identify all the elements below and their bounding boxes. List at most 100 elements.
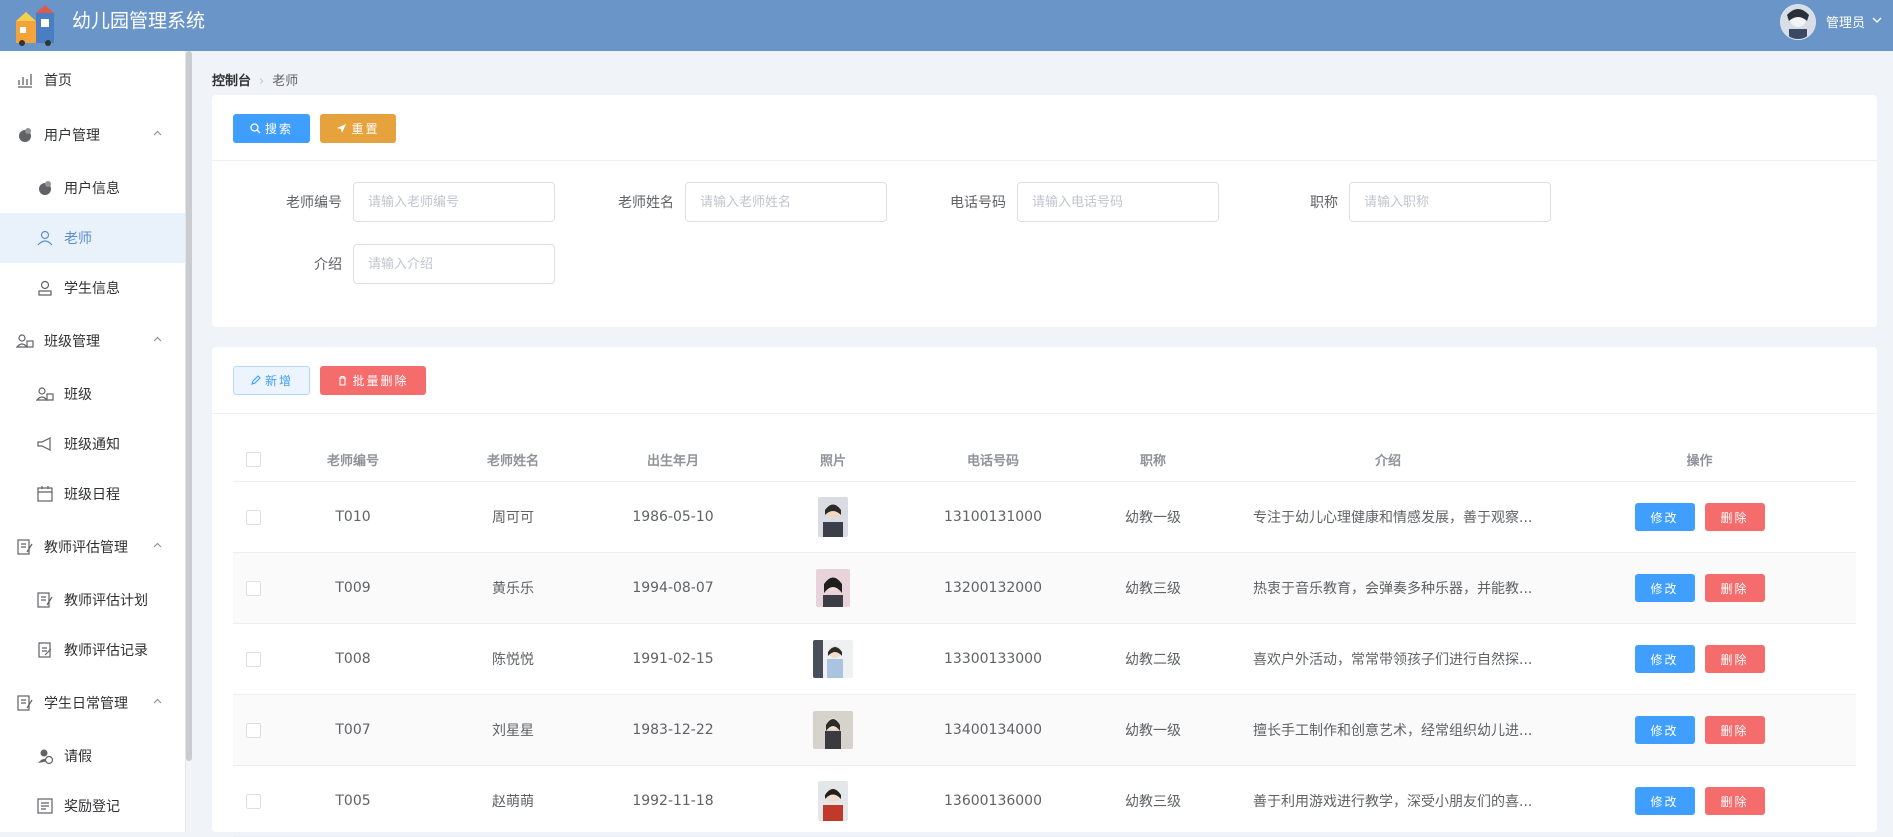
edit-button[interactable]: 修改 [1634, 574, 1695, 602]
column-header: 介绍 [1374, 453, 1401, 469]
table-row: T007 刘星星 1983-12-22 13400134000 幼教一级 擅长手… [233, 695, 1856, 766]
avatar[interactable] [1779, 3, 1816, 40]
teacher-no: T005 [335, 793, 371, 809]
sidebar-item-user-info[interactable]: 用户信息 [0, 163, 185, 213]
teacher-no: T009 [335, 580, 371, 596]
sidebar-item-evaluation-record[interactable]: 教师评估记录 [0, 625, 185, 675]
delete-button[interactable]: 删除 [1704, 716, 1765, 744]
sidebar-scrollbar-thumb[interactable] [186, 51, 192, 761]
top-header: 幼儿园管理系统 管理员 [0, 0, 1893, 51]
row-checkbox[interactable] [245, 793, 261, 809]
batch-delete-button[interactable]: 批量删除 [320, 366, 426, 395]
sidebar-item-user-management[interactable]: 用户管理 [0, 110, 185, 160]
sidebar-item-evaluation-plan[interactable]: 教师评估计划 [0, 575, 185, 625]
teacher-photo-cell [753, 624, 913, 694]
sidebar-item-label: 首页 [44, 73, 72, 89]
sidebar-item-label: 教师评估计划 [64, 593, 148, 609]
teacher-photo[interactable] [818, 497, 848, 537]
teacher-name: 刘星星 [492, 723, 534, 739]
sidebar-item-teacher[interactable]: 老师 [0, 213, 185, 263]
sidebar-item-class-notice[interactable]: 班级通知 [0, 419, 185, 469]
chevron-up-icon [152, 128, 163, 142]
row-checkbox-cell [233, 766, 273, 836]
sidebar-item-class-management[interactable]: 班级管理 [0, 316, 185, 366]
phone-label: 电话号码 [950, 195, 1006, 211]
teacher-photo[interactable] [816, 569, 850, 607]
sidebar-item-class-schedule[interactable]: 班级日程 [0, 469, 185, 519]
teacher-photo[interactable] [818, 781, 848, 821]
row-checkbox[interactable] [245, 722, 261, 738]
row-checkbox[interactable] [245, 651, 261, 667]
app-title: 幼儿园管理系统 [72, 10, 206, 32]
sidebar-item-student-daily[interactable]: 学生日常管理 [0, 678, 185, 728]
column-header: 电话号码 [966, 453, 1019, 469]
teacher-title: 幼教三级 [1125, 794, 1181, 810]
row-checkbox[interactable] [245, 580, 261, 596]
chevron-up-icon [152, 334, 163, 348]
teacher-birth: 1986-05-10 [632, 509, 714, 525]
title-input[interactable] [1349, 182, 1551, 222]
edit-button[interactable]: 修改 [1634, 503, 1695, 531]
teacher-photo-cell [753, 482, 913, 552]
batch-delete-label: 批量删除 [352, 374, 409, 388]
teacher-phone: 13400134000 [944, 722, 1042, 738]
teacher-name: 陈悦悦 [492, 652, 534, 668]
title-label: 职称 [1310, 195, 1338, 211]
table-header: 老师编号 老师姓名 出生年月 照片 电话号码 职称 介绍 操作 [233, 437, 1856, 482]
teacher-birth: 1983-12-22 [632, 722, 714, 738]
user-menu[interactable]: 管理员 [1779, 0, 1893, 43]
teacher-intro-cell: 善于利用游戏进行教学，深受小朋友们的喜... [1233, 766, 1543, 836]
teacher-photo[interactable] [813, 711, 853, 749]
teacher-birth: 1992-11-18 [632, 793, 714, 809]
delete-button[interactable]: 删除 [1704, 574, 1765, 602]
sidebar-item-home[interactable]: 首页 [0, 55, 185, 105]
sidebar-item-leave[interactable]: 请假 [0, 731, 185, 781]
daily-icon [16, 694, 34, 712]
chevron-down-icon[interactable] [1871, 14, 1883, 29]
teacher-intro-cell: 专注于幼儿心理健康和情感发展，善于观察... [1233, 482, 1543, 552]
delete-button[interactable]: 删除 [1704, 787, 1765, 815]
teacher-intro: 热衷于音乐教育，会弹奏多种乐器，并能教... [1253, 581, 1533, 597]
teacher-no-label: 老师编号 [286, 195, 342, 211]
edit-button[interactable]: 修改 [1634, 716, 1695, 744]
reset-button[interactable]: 重置 [320, 114, 396, 143]
sidebar-item-label: 学生日常管理 [44, 696, 128, 712]
intro-input[interactable] [353, 244, 555, 284]
edit-button[interactable]: 修改 [1634, 787, 1695, 815]
phone-input[interactable] [1017, 182, 1219, 222]
teacher-photo[interactable] [813, 640, 853, 678]
select-all-checkbox[interactable] [245, 451, 261, 467]
breadcrumb-current: 老师 [272, 74, 299, 89]
sidebar-item-label: 用户信息 [64, 181, 120, 197]
teacher-name: 赵萌萌 [492, 794, 534, 810]
search-button[interactable]: 搜索 [233, 114, 310, 143]
teacher-phone: 13600136000 [944, 793, 1042, 809]
sidebar-item-label: 班级管理 [44, 334, 100, 350]
teacher-no-input[interactable] [353, 182, 555, 222]
sidebar-item-class[interactable]: 班级 [0, 369, 185, 419]
record-icon [36, 641, 54, 659]
teacher-intro-cell: 热衷于音乐教育，会弹奏多种乐器，并能教... [1233, 553, 1543, 623]
teacher-phone: 13100131000 [944, 509, 1042, 525]
sidebar-item-student-info[interactable]: 学生信息 [0, 263, 185, 313]
add-button[interactable]: 新增 [233, 366, 310, 395]
teacher-title: 幼教三级 [1125, 581, 1181, 597]
row-checkbox[interactable] [245, 509, 261, 525]
trash-icon [337, 375, 348, 386]
sidebar-item-teacher-evaluation[interactable]: 教师评估管理 [0, 522, 185, 572]
column-header: 照片 [819, 453, 846, 469]
teacher-intro-cell: 喜欢户外活动，常常带领孩子们进行自然探... [1233, 624, 1543, 694]
teacher-birth: 1994-08-07 [632, 580, 714, 596]
teacher-no: T007 [335, 722, 371, 738]
delete-button[interactable]: 删除 [1704, 645, 1765, 673]
breadcrumb-root[interactable]: 控制台 [212, 74, 251, 89]
divider [212, 413, 1877, 414]
teacher-intro-cell: 擅长手工制作和创意艺术，经常组织幼儿进... [1233, 695, 1543, 765]
teacher-name: 周可可 [492, 510, 534, 526]
delete-button[interactable]: 删除 [1704, 503, 1765, 531]
class-icon [36, 385, 54, 403]
calendar-icon [36, 485, 54, 503]
edit-button[interactable]: 修改 [1634, 645, 1695, 673]
sidebar-item-reward[interactable]: 奖励登记 [0, 781, 185, 831]
teacher-name-input[interactable] [685, 182, 887, 222]
